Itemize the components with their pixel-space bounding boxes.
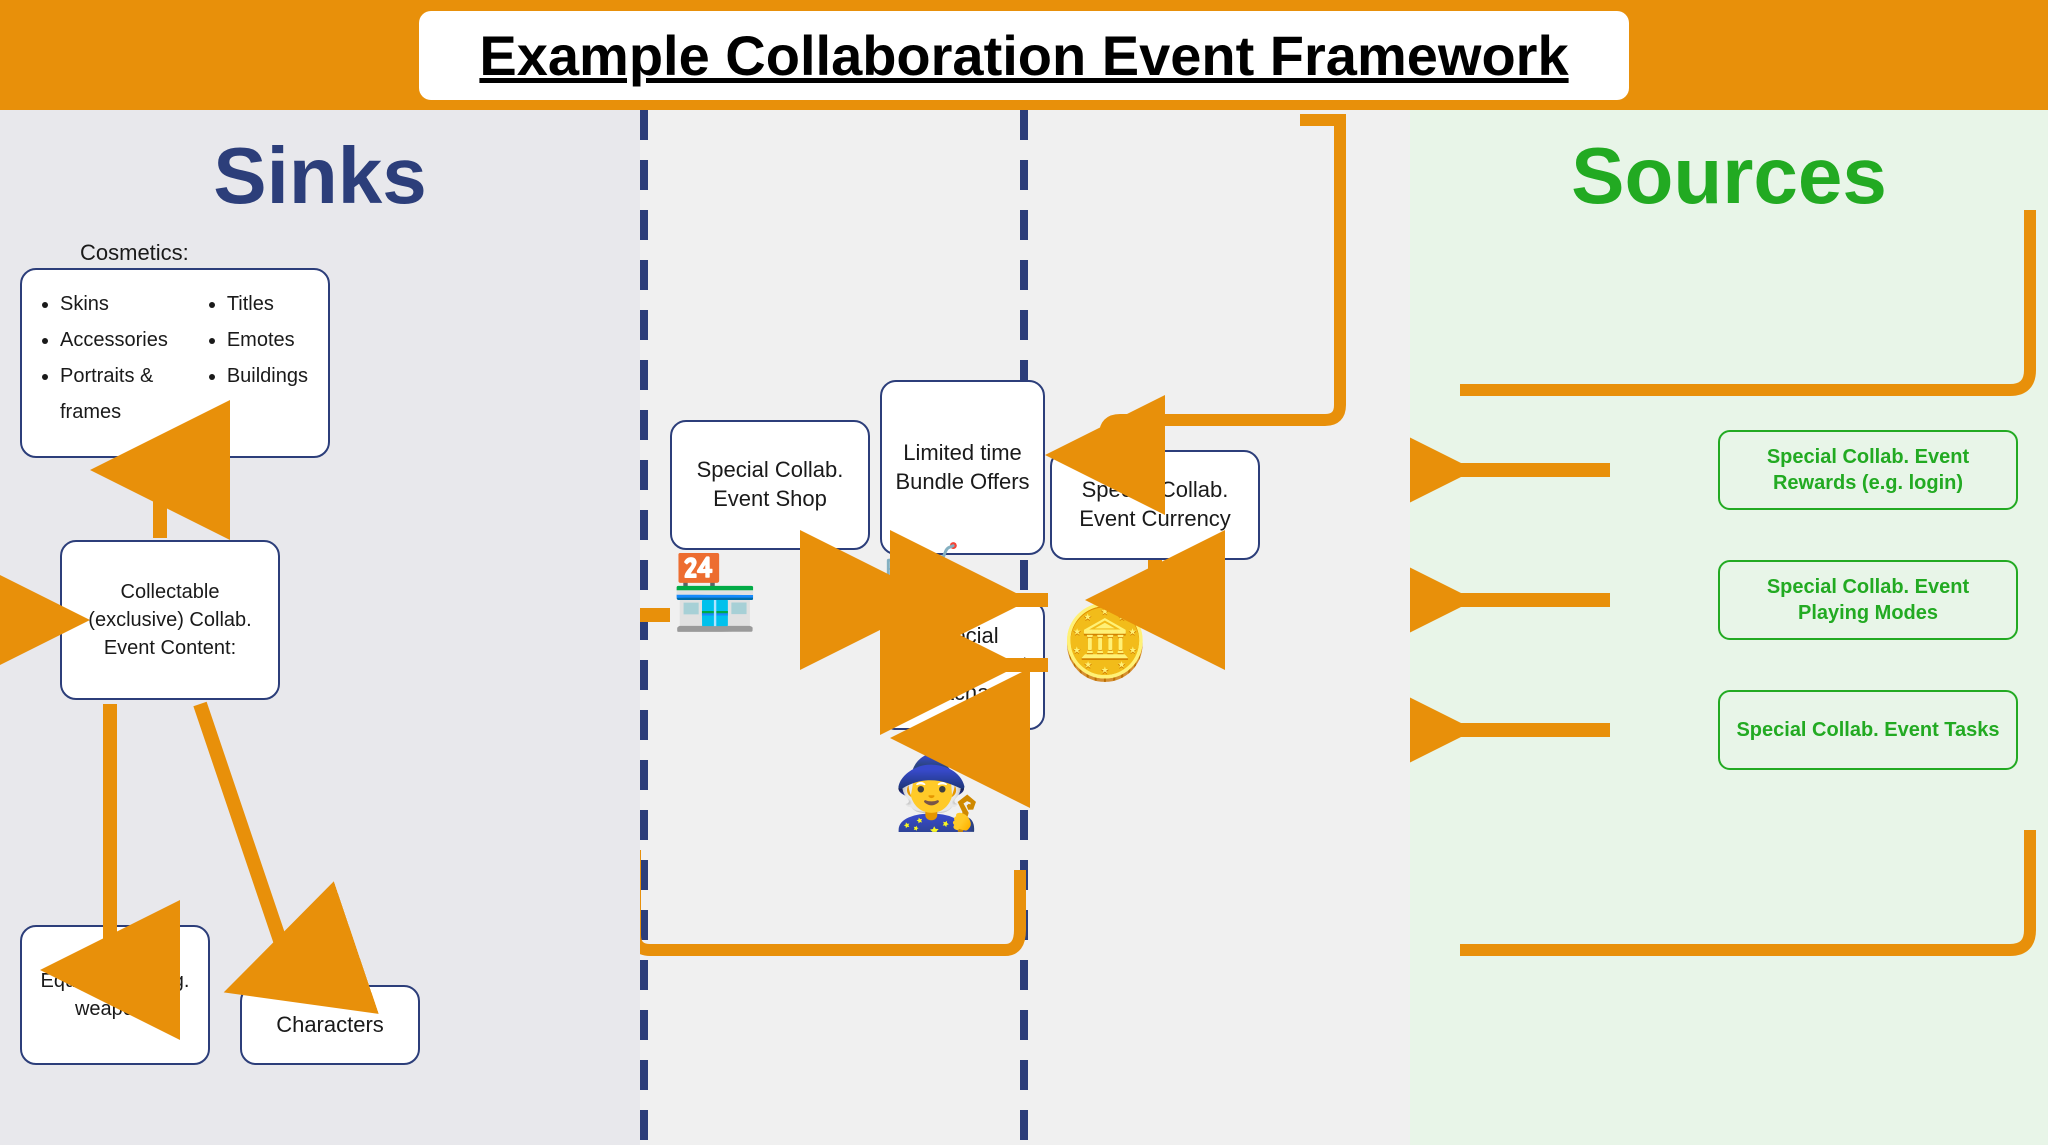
event-rewards-box: Special Collab. Event Rewards (e.g. logi… (1718, 430, 2018, 510)
sinks-title: Sinks (0, 110, 640, 222)
event-shop-box: Special Collab. Event Shop (670, 420, 870, 550)
coins-icon: 🪙 (1060, 600, 1150, 685)
header-box: Example Collaboration Event Framework (419, 11, 1628, 100)
cart-icon: 🛒 (880, 540, 962, 618)
sources-panel: Sources Special Collab. Event Rewards (e… (1410, 110, 2048, 1145)
cosmetics-col2: Titles Emotes Buildings (209, 286, 308, 430)
event-tasks-box: Special Collab. Event Tasks (1718, 690, 2018, 770)
character-icon: 🧙 (892, 750, 982, 835)
page-title: Example Collaboration Event Framework (479, 23, 1568, 88)
dashed-line-left (640, 110, 648, 1145)
sources-title: Sources (1410, 110, 2048, 222)
header: Example Collaboration Event Framework (0, 0, 2048, 110)
event-gacha-box: Special Collab. Event Gachas (880, 600, 1045, 730)
main-area: Sinks Cosmetics: Skins Accessories Portr… (0, 110, 2048, 1145)
characters-box: Characters (240, 985, 420, 1065)
event-playing-box: Special Collab. Event Playing Modes (1718, 560, 2018, 640)
event-currency-box: Special Collab. Event Currency (1050, 450, 1260, 560)
equip-box: Equip. items e.g. weapons (20, 925, 210, 1065)
middle-area: Special Collab. Event Shop Limited time … (640, 110, 1410, 1145)
shop-icon: 🏪 (670, 550, 760, 635)
cosmetics-label: Cosmetics: (80, 240, 189, 266)
collectable-box: Collectable (exclusive) Collab. Event Co… (60, 540, 280, 700)
sinks-panel: Sinks Cosmetics: Skins Accessories Portr… (0, 110, 640, 1145)
limited-bundle-box: Limited time Bundle Offers (880, 380, 1045, 555)
cosmetics-box: Skins Accessories Portraits & frames Tit… (20, 268, 330, 458)
cosmetics-col1: Skins Accessories Portraits & frames (42, 286, 189, 430)
